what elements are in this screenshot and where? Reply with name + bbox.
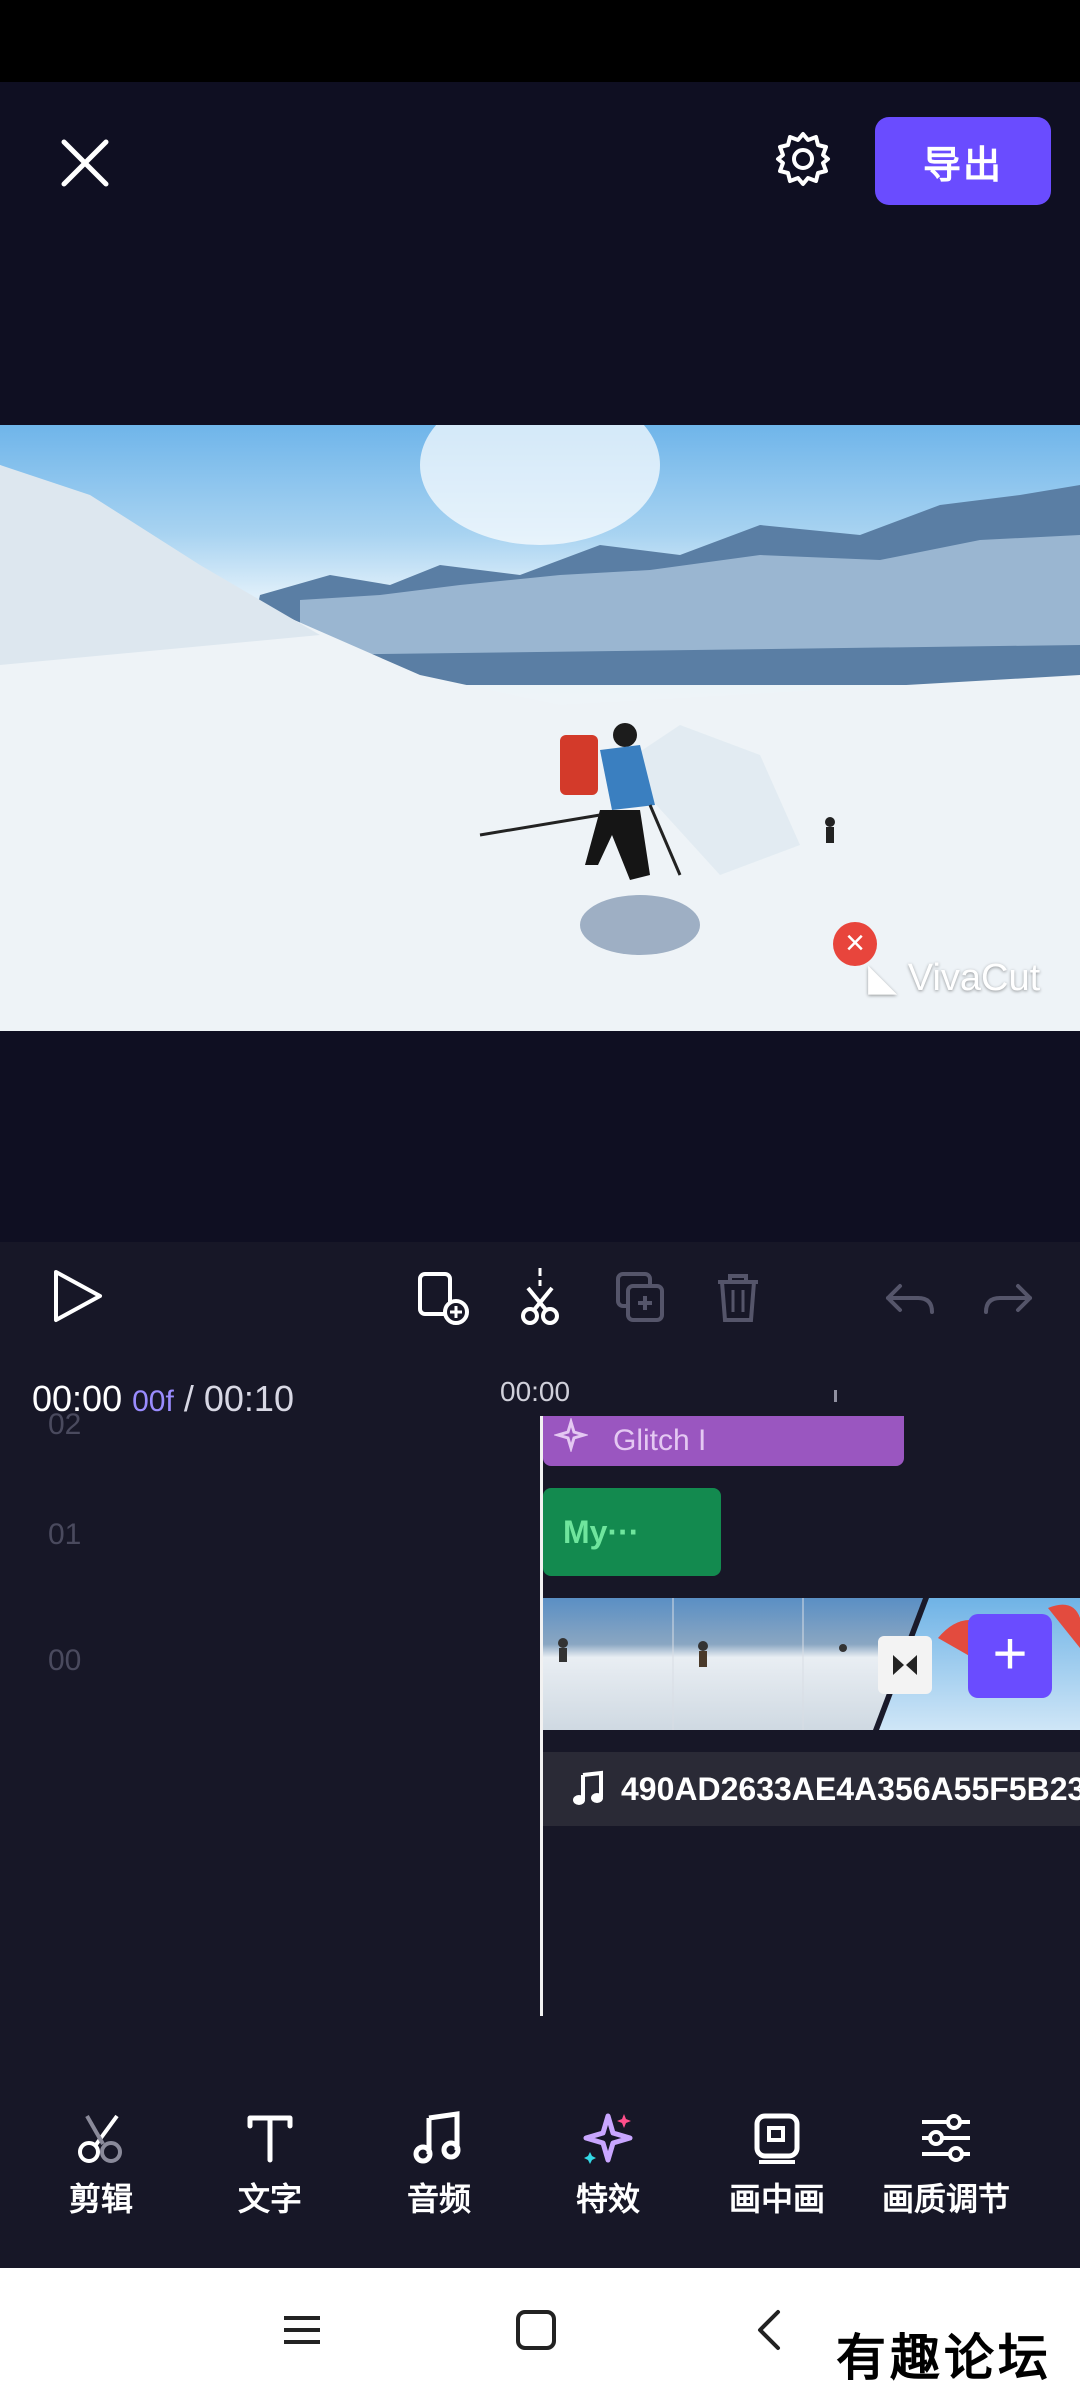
effect-clip[interactable]: Glitch I bbox=[543, 1416, 904, 1466]
music-note-icon bbox=[573, 1770, 603, 1805]
duplicate-button[interactable] bbox=[610, 1268, 670, 1333]
back-button[interactable] bbox=[748, 2308, 792, 2357]
forum-watermark: 有趣论坛 bbox=[836, 2328, 1052, 2387]
track-number: 00 bbox=[48, 1644, 82, 1677]
play-icon bbox=[54, 1270, 102, 1322]
toolbar-label: 文字 bbox=[237, 2181, 302, 2217]
close-button[interactable] bbox=[50, 128, 120, 198]
add-keyframe-button[interactable] bbox=[412, 1268, 472, 1333]
text-icon bbox=[247, 2115, 293, 2163]
effect-clip-label: Glitch I bbox=[613, 1424, 707, 1457]
duplicate-icon bbox=[616, 1272, 664, 1322]
home-square-icon bbox=[516, 2310, 556, 2350]
toolbar-label: 特效 bbox=[575, 2181, 640, 2217]
audio-clip-name: 490AD2633AE4A356A55F5B23 bbox=[621, 1770, 1080, 1807]
total-time: 00:10 bbox=[203, 1378, 294, 1419]
menu-icon bbox=[284, 2316, 320, 2344]
toolbar-item-pip[interactable]: 画中画 bbox=[697, 2110, 857, 2240]
sparkle-icon bbox=[554, 1418, 588, 1452]
vivacut-logo-icon: ◣ bbox=[868, 957, 898, 999]
add-clip-button[interactable]: + bbox=[968, 1614, 1052, 1698]
toolbar-item-quality[interactable]: 画质调节 bbox=[866, 2110, 1026, 2240]
transition-icon bbox=[893, 1655, 917, 1675]
toolbar-item-effects[interactable]: 特效 bbox=[528, 2110, 688, 2240]
play-button[interactable] bbox=[48, 1266, 108, 1331]
sparkle-icon bbox=[583, 2113, 633, 2164]
ruler-tick bbox=[834, 1390, 837, 1402]
add-clip-icon bbox=[418, 1272, 469, 1325]
export-button[interactable]: 导出 bbox=[875, 117, 1051, 205]
toolbar-label: 音频 bbox=[406, 2181, 471, 2217]
preview-frame bbox=[0, 425, 1080, 1031]
track-number: 01 bbox=[48, 1518, 82, 1551]
redo-button[interactable] bbox=[978, 1268, 1038, 1333]
recent-apps-button[interactable] bbox=[280, 2308, 324, 2357]
trash-icon bbox=[718, 1274, 758, 1322]
split-button[interactable] bbox=[510, 1266, 570, 1331]
current-frame: 00f bbox=[132, 1385, 174, 1418]
transition-button[interactable] bbox=[878, 1636, 932, 1694]
text-clip[interactable]: My··· bbox=[543, 1488, 721, 1576]
delete-button[interactable] bbox=[708, 1268, 768, 1333]
home-button[interactable] bbox=[514, 2308, 558, 2357]
scissors-icon bbox=[78, 2114, 122, 2163]
playhead[interactable] bbox=[540, 1416, 543, 2016]
status-bar bbox=[0, 0, 1080, 82]
toolbar-item-text[interactable]: 文字 bbox=[190, 2110, 350, 2240]
close-icon bbox=[61, 139, 109, 187]
music-note-icon bbox=[413, 2111, 461, 2164]
audio-track[interactable]: 490AD2633AE4A356A55F5B23 bbox=[543, 1752, 1080, 1826]
watermark-logo: ◣ VivaCut bbox=[868, 955, 1040, 1000]
back-icon bbox=[758, 2310, 780, 2350]
undo-icon bbox=[886, 1284, 934, 1314]
redo-icon bbox=[984, 1284, 1032, 1314]
toolbar-label: 画中画 bbox=[728, 2181, 825, 2217]
track-number: 02 bbox=[48, 1408, 82, 1436]
sliders-icon bbox=[922, 2114, 970, 2162]
gear-icon bbox=[776, 132, 830, 186]
time-separator: / bbox=[183, 1378, 194, 1419]
undo-button[interactable] bbox=[880, 1268, 940, 1333]
picture-in-picture-icon bbox=[754, 2113, 800, 2164]
video-preview[interactable] bbox=[0, 425, 1080, 1031]
toolbar-label: 剪辑 bbox=[68, 2181, 133, 2217]
split-scissors-icon bbox=[521, 1268, 559, 1325]
toolbar-item-edit[interactable]: 剪辑 bbox=[21, 2110, 181, 2240]
text-clip-label: My··· bbox=[563, 1513, 640, 1550]
watermark-label: VivaCut bbox=[907, 957, 1041, 999]
ruler-time-label: 00:00 bbox=[500, 1376, 571, 1407]
toolbar-label: 画质调节 bbox=[881, 2181, 1010, 2217]
settings-button[interactable] bbox=[770, 126, 836, 192]
toolbar-item-audio[interactable]: 音频 bbox=[359, 2110, 519, 2240]
